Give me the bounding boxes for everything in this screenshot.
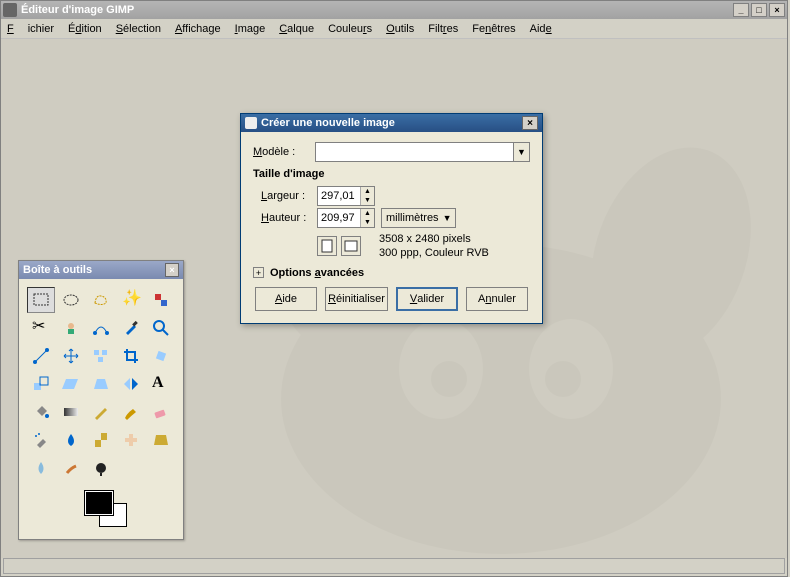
foreground-select-tool[interactable] xyxy=(57,315,85,341)
unit-value: millimètres xyxy=(386,212,439,224)
menu-colors[interactable]: Couleurs xyxy=(328,23,372,35)
ellipse-select-tool[interactable] xyxy=(57,287,85,313)
height-spinner[interactable]: ▲▼ xyxy=(317,208,375,228)
spinner-up-icon[interactable]: ▲ xyxy=(361,187,374,196)
airbrush-tool[interactable] xyxy=(27,427,55,453)
image-size-section: Taille d'image xyxy=(253,168,530,180)
rotate-tool[interactable] xyxy=(147,343,175,369)
dialog-icon xyxy=(245,117,257,129)
info-pixels: 3508 x 2480 pixels xyxy=(379,232,489,246)
new-image-dialog: Créer une nouvelle image × Modèle : ▼ Ta… xyxy=(240,113,543,324)
landscape-button[interactable] xyxy=(341,236,361,256)
close-button[interactable]: × xyxy=(769,3,785,17)
menu-windows[interactable]: Fenêtres xyxy=(472,23,515,35)
app-icon xyxy=(3,3,17,17)
image-info: 3508 x 2480 pixels 300 ppp, Couleur RVB xyxy=(379,232,489,261)
toolbox-close-button[interactable]: × xyxy=(165,263,179,277)
move-tool[interactable] xyxy=(57,343,85,369)
width-input[interactable] xyxy=(318,187,360,205)
shear-tool[interactable] xyxy=(57,371,85,397)
flip-tool[interactable] xyxy=(117,371,145,397)
ink-tool[interactable] xyxy=(57,427,85,453)
menu-image[interactable]: Image xyxy=(235,23,266,35)
info-resolution: 300 ppp, Couleur RVB xyxy=(379,246,489,260)
smudge-tool[interactable] xyxy=(57,455,85,481)
eraser-tool[interactable] xyxy=(147,399,175,425)
menu-file[interactable]: Fichier xyxy=(7,23,54,35)
ok-button[interactable]: Valider xyxy=(396,287,458,311)
crop-tool[interactable] xyxy=(117,343,145,369)
help-button[interactable]: Aide xyxy=(255,287,317,311)
perspective-clone-tool[interactable] xyxy=(147,427,175,453)
menubar: Fichier Édition Sélection Affichage Imag… xyxy=(1,19,787,39)
align-tool[interactable] xyxy=(87,343,115,369)
blur-tool[interactable] xyxy=(27,455,55,481)
clone-tool[interactable] xyxy=(87,427,115,453)
tool-grid: ✨ ✂ A xyxy=(23,287,179,481)
portrait-button[interactable] xyxy=(317,236,337,256)
paintbrush-tool[interactable] xyxy=(117,399,145,425)
bucket-fill-tool[interactable] xyxy=(27,399,55,425)
dropdown-arrow-icon[interactable]: ▼ xyxy=(443,213,452,223)
color-picker-tool[interactable] xyxy=(117,315,145,341)
menu-help[interactable]: Aide xyxy=(530,23,552,35)
height-input[interactable] xyxy=(318,209,360,227)
maximize-button[interactable]: □ xyxy=(751,3,767,17)
menu-view[interactable]: Affichage xyxy=(175,23,221,35)
scissors-tool[interactable]: ✂ xyxy=(27,315,55,341)
width-label: Largeur : xyxy=(261,190,317,202)
menu-edit[interactable]: Édition xyxy=(68,23,102,35)
pencil-tool[interactable] xyxy=(87,399,115,425)
dialog-titlebar[interactable]: Créer une nouvelle image × xyxy=(241,114,542,132)
template-select[interactable]: ▼ xyxy=(315,142,530,162)
titlebar: Éditeur d'image GIMP _ □ × xyxy=(1,1,787,19)
perspective-tool[interactable] xyxy=(87,371,115,397)
by-color-select-tool[interactable] xyxy=(147,287,175,313)
width-spinner[interactable]: ▲▼ xyxy=(317,186,375,206)
measure-tool[interactable] xyxy=(27,343,55,369)
dialog-close-button[interactable]: × xyxy=(522,116,538,130)
text-tool[interactable]: A xyxy=(147,371,175,397)
blend-tool[interactable] xyxy=(57,399,85,425)
toolbox-title: Boîte à outils xyxy=(23,264,92,276)
fuzzy-select-tool[interactable]: ✨ xyxy=(117,287,145,313)
reset-button[interactable]: Réinitialiser xyxy=(325,287,388,311)
dialog-title: Créer une nouvelle image xyxy=(261,117,395,129)
paths-tool[interactable] xyxy=(87,315,115,341)
dropdown-arrow-icon[interactable]: ▼ xyxy=(513,143,529,161)
statusbar xyxy=(3,558,785,574)
heal-tool[interactable] xyxy=(117,427,145,453)
height-label: Hauteur : xyxy=(261,212,317,224)
toolbox-titlebar[interactable]: Boîte à outils × xyxy=(19,261,183,279)
expander-plus-icon[interactable]: + xyxy=(253,267,264,278)
window-title: Éditeur d'image GIMP xyxy=(21,4,134,16)
minimize-button[interactable]: _ xyxy=(733,3,749,17)
menu-tools[interactable]: Outils xyxy=(386,23,414,35)
foreground-color-swatch[interactable] xyxy=(85,491,113,515)
unit-select[interactable]: millimètres ▼ xyxy=(381,208,456,228)
dodge-burn-tool[interactable] xyxy=(87,455,115,481)
rect-select-tool[interactable] xyxy=(27,287,55,313)
cancel-button[interactable]: Annuler xyxy=(466,287,528,311)
spinner-down-icon[interactable]: ▼ xyxy=(361,196,374,205)
zoom-tool[interactable] xyxy=(147,315,175,341)
free-select-tool[interactable] xyxy=(87,287,115,313)
menu-layer[interactable]: Calque xyxy=(279,23,314,35)
color-swatches xyxy=(23,489,179,531)
advanced-expander[interactable]: + Options avancées xyxy=(253,267,530,279)
spinner-down-icon[interactable]: ▼ xyxy=(361,218,374,227)
toolbox-window: Boîte à outils × ✨ ✂ A xyxy=(18,260,184,540)
menu-filters[interactable]: Filtres xyxy=(428,23,458,35)
menu-select[interactable]: Sélection xyxy=(116,23,161,35)
template-label: Modèle : xyxy=(253,146,309,158)
spinner-up-icon[interactable]: ▲ xyxy=(361,209,374,218)
scale-tool[interactable] xyxy=(27,371,55,397)
